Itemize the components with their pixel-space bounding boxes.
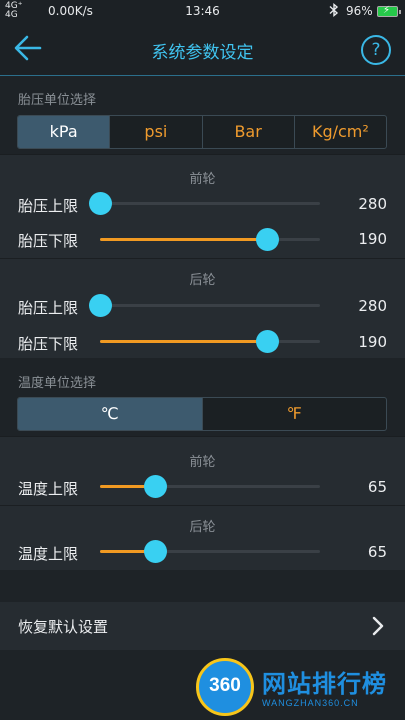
watermark-subtitle: WANGZHAN360.CN	[262, 698, 359, 708]
divider	[0, 505, 405, 506]
temperature-limits-panel: 前轮 温度上限 65 后轮 温度上限 65	[0, 436, 405, 570]
pressure-rear-upper-label: 胎压上限	[18, 299, 79, 317]
temp-rear-upper-value: 65	[367, 543, 387, 561]
temp-front-upper-label: 温度上限	[18, 480, 79, 498]
watermark-title: 网站排行榜	[262, 670, 387, 698]
battery-charging-icon: ⚡	[377, 5, 401, 17]
temp-front-upper-slider[interactable]	[100, 475, 320, 498]
slider-thumb[interactable]	[256, 330, 280, 353]
help-icon[interactable]: ?	[361, 35, 391, 65]
pressure-rear-lower-slider[interactable]	[100, 330, 320, 353]
pressure-unit-section-label: 胎压单位选择	[18, 93, 97, 108]
pressure-rear-upper-value: 280	[358, 297, 387, 315]
pressure-front-lower-label: 胎压下限	[18, 232, 79, 250]
pressure-front-upper-value: 280	[358, 195, 387, 213]
page-title: 系统参数设定	[151, 43, 254, 63]
pressure-limits-panel: 前轮 胎压上限 280 胎压下限 190 后轮 胎压上限 280 胎压下限 19…	[0, 154, 405, 358]
pressure-front-upper-label: 胎压上限	[18, 197, 79, 215]
status-time: 13:46	[185, 4, 220, 18]
temp-unit-segmented-control: ℃ ℉	[17, 397, 387, 431]
pressure-unit-option-bar[interactable]: Bar	[203, 116, 295, 148]
header-bar: 系统参数设定 ?	[0, 22, 405, 76]
slider-thumb[interactable]	[144, 540, 167, 563]
temp-unit-section-label: 温度单位选择	[18, 376, 97, 391]
pressure-front-lower-value: 190	[358, 230, 387, 248]
temp-front-upper-value: 65	[367, 478, 387, 496]
temp-unit-option-fahrenheit[interactable]: ℉	[203, 398, 387, 430]
temp-rear-upper-label: 温度上限	[18, 545, 79, 563]
pressure-rear-wheel-label: 后轮	[189, 273, 216, 288]
slider-thumb[interactable]	[89, 294, 112, 317]
pressure-unit-option-psi[interactable]: psi	[110, 116, 203, 148]
restore-defaults-label: 恢复默认设置	[18, 618, 109, 636]
slider-thumb[interactable]	[256, 228, 280, 251]
slider-thumb[interactable]	[144, 475, 167, 498]
watermark-360-badge: 360	[196, 658, 254, 716]
divider	[0, 258, 405, 259]
pressure-unit-option-kpa[interactable]: kPa	[18, 116, 111, 148]
pressure-rear-lower-value: 190	[358, 333, 387, 351]
pressure-front-wheel-label: 前轮	[189, 172, 216, 187]
battery-percent: 96%	[346, 4, 373, 18]
restore-defaults-row[interactable]: 恢复默认设置	[0, 602, 405, 650]
pressure-unit-segmented-control: kPa psi Bar Kg/cm²	[17, 115, 387, 149]
pressure-rear-upper-slider[interactable]	[89, 294, 320, 317]
pressure-unit-option-kgcm2[interactable]: Kg/cm²	[295, 116, 386, 148]
status-bar: 4G⁺ 4G 0.00K/s 13:46 96% ⚡	[0, 0, 405, 22]
temp-rear-upper-slider[interactable]	[100, 540, 320, 563]
chevron-right-icon	[368, 616, 388, 636]
pressure-rear-lower-label: 胎压下限	[18, 335, 79, 353]
pressure-front-lower-slider[interactable]	[100, 228, 320, 251]
slider-fill	[100, 238, 268, 241]
slider-thumb[interactable]	[89, 192, 112, 215]
bluetooth-icon	[328, 3, 340, 20]
temp-rear-wheel-label: 后轮	[189, 520, 216, 535]
temp-front-wheel-label: 前轮	[189, 455, 216, 470]
slider-fill	[100, 340, 268, 343]
pressure-front-upper-slider[interactable]	[89, 192, 320, 215]
temp-unit-option-celsius[interactable]: ℃	[18, 398, 203, 430]
watermark-logo: 360 网站排行榜 WANGZHAN360.CN	[190, 658, 405, 720]
